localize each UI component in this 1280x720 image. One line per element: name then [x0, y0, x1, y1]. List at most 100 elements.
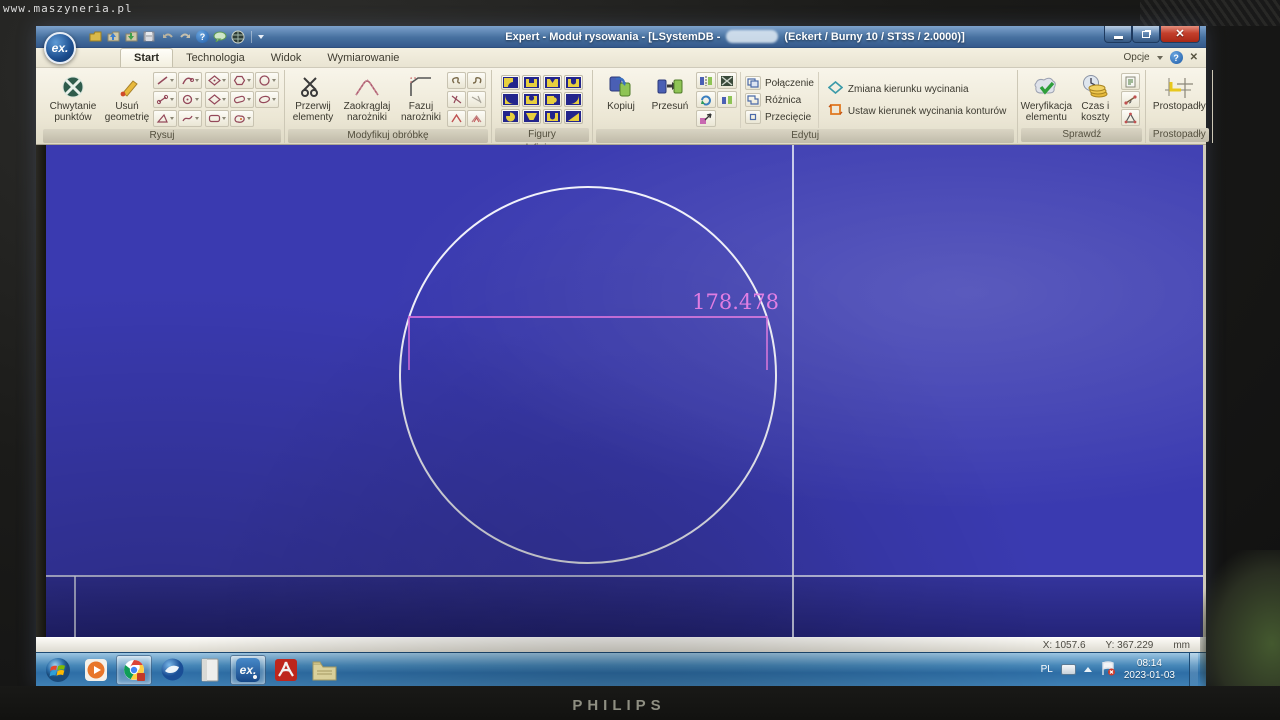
zmiana-kierunku-button[interactable]: Zmiana kierunku wycinania [828, 81, 1006, 97]
kopiuj-button[interactable]: Kopiuj [598, 72, 644, 128]
measure-tool[interactable] [1121, 91, 1140, 108]
freeform-tool[interactable] [230, 110, 254, 127]
round-corner-icon [353, 73, 381, 100]
stretch-tool[interactable] [696, 110, 716, 127]
help-icon[interactable]: ? [196, 30, 209, 43]
modify-tools [447, 72, 486, 128]
spiral-left-tool[interactable] [447, 72, 466, 89]
align-tool[interactable] [717, 91, 737, 108]
line-tool[interactable] [153, 72, 177, 89]
tab-start[interactable]: Start [120, 48, 173, 67]
circle-tool[interactable] [178, 91, 202, 108]
copy-icon [608, 73, 634, 100]
ustaw-kierunek-button[interactable]: Ustaw kierunek wycinania konturów [828, 103, 1006, 119]
polaczenie-button[interactable]: Połączenie [745, 76, 814, 90]
figure-tile[interactable] [522, 75, 541, 90]
report-tool[interactable] [1121, 73, 1140, 90]
trim-line-tool[interactable] [447, 91, 466, 108]
figure-tile[interactable] [501, 109, 520, 124]
przeciecie-button[interactable]: Przecięcie [745, 110, 814, 124]
area-check-tool[interactable] [1121, 109, 1140, 126]
start-button[interactable] [40, 655, 76, 685]
triangle-tool[interactable] [153, 110, 177, 127]
fazuj-narozniki-button[interactable]: Fazuj narożniki [398, 72, 444, 128]
open-icon[interactable] [88, 30, 102, 43]
show-desktop-button[interactable] [1189, 653, 1198, 686]
extend-line-tool[interactable] [467, 91, 486, 108]
figure-tile[interactable] [564, 75, 583, 90]
language-globe-icon[interactable] [231, 30, 245, 43]
figure-tile[interactable] [501, 75, 520, 90]
spiral-right-tool[interactable] [467, 72, 486, 89]
scale-tool[interactable] [717, 72, 737, 89]
application-menu-button[interactable]: ex. [44, 32, 76, 64]
restore-button[interactable] [1132, 26, 1160, 43]
minimize-button[interactable] [1104, 26, 1132, 43]
blue-globe-app-icon[interactable] [154, 655, 190, 685]
angle-tool[interactable] [447, 110, 466, 127]
figure-tile[interactable] [543, 92, 562, 107]
diamond-tool[interactable] [205, 72, 229, 89]
chwytanie-punktow-button[interactable]: Chwytanie punktów [45, 72, 101, 128]
usun-geometrie-button[interactable]: Usuń geometrię [104, 72, 150, 128]
options-button[interactable]: Opcje [1123, 52, 1149, 63]
expert-app-icon[interactable]: ex. [230, 655, 266, 685]
spline-tool[interactable] [178, 110, 202, 127]
chrome-icon[interactable] [116, 655, 152, 685]
export-icon[interactable] [124, 30, 138, 43]
weryfikacja-elementu-button[interactable]: Weryfikacja elementu [1023, 72, 1069, 127]
undo-icon[interactable] [160, 30, 174, 43]
figure-tile[interactable] [522, 92, 541, 107]
rotate-tool[interactable] [696, 91, 716, 108]
group-label-modyfikuj: Modyfikuj obróbkę [288, 129, 488, 143]
taskbar-clock[interactable]: 08:14 2023-01-03 [1124, 658, 1175, 682]
save-icon[interactable] [142, 30, 156, 43]
quick-access-dropdown-icon[interactable] [258, 35, 264, 39]
hidden-icons-button[interactable] [1084, 667, 1092, 672]
feedback-icon[interactable] [213, 30, 227, 43]
figure-tile[interactable] [564, 109, 583, 124]
drawing-canvas[interactable]: 178.478 [46, 145, 1206, 637]
slot-tool[interactable] [230, 91, 254, 108]
arc-tool[interactable] [178, 72, 202, 89]
tab-wymiarowanie[interactable]: Wymiarowanie [314, 49, 412, 67]
media-player-icon[interactable] [78, 655, 114, 685]
tab-technologia[interactable]: Technologia [173, 49, 258, 67]
zaokraglaj-narozniki-button[interactable]: Zaokrąglaj narożniki [339, 72, 395, 128]
options-dropdown-icon[interactable] [1157, 56, 1163, 60]
figure-tile[interactable] [522, 109, 541, 124]
notes-folder-icon[interactable] [306, 655, 342, 685]
angle-alt-tool[interactable] [467, 110, 486, 127]
cut-direction-options: Zmiana kierunku wycinania Ustaw kierunek… [822, 72, 1012, 128]
keyboard-layout-icon[interactable] [1061, 664, 1076, 675]
import-icon[interactable] [106, 30, 120, 43]
close-button[interactable]: ✕ [1160, 26, 1200, 43]
circle-geometry[interactable] [400, 187, 776, 563]
rounded-rect-tool[interactable] [205, 110, 229, 127]
collapse-ribbon-icon[interactable]: ✕ [1190, 52, 1198, 63]
help-button[interactable]: ? [1170, 51, 1183, 64]
roznica-button[interactable]: Różnica [745, 93, 814, 107]
language-indicator[interactable]: PL [1041, 664, 1053, 675]
acrobat-icon[interactable] [268, 655, 304, 685]
przesun-button[interactable]: Przesuń [647, 72, 693, 128]
segment-tool[interactable] [153, 91, 177, 108]
redo-icon[interactable] [178, 30, 192, 43]
ellipse-tool[interactable] [255, 91, 279, 108]
figure-tile[interactable] [543, 75, 562, 90]
document-icon[interactable] [192, 655, 228, 685]
polygon-tool[interactable] [230, 72, 254, 89]
dimension-178[interactable]: 178.478 [409, 290, 779, 370]
przerwij-elementy-button[interactable]: Przerwij elementy [290, 72, 336, 128]
ribbon-tab-row: ex. Start Technologia Widok Wymiarowanie… [36, 48, 1206, 68]
prostopadly-button[interactable]: Prostopadły [1151, 72, 1207, 127]
figure-tile[interactable] [501, 92, 520, 107]
big-circle-tool[interactable] [255, 72, 279, 89]
rotated-square-tool[interactable] [205, 91, 229, 108]
tab-widok[interactable]: Widok [258, 49, 315, 67]
action-center-flag-icon[interactable] [1100, 661, 1116, 679]
czas-i-koszty-button[interactable]: Czas i koszty [1072, 72, 1118, 127]
mirror-tool[interactable] [696, 72, 716, 89]
figure-tile[interactable] [543, 109, 562, 124]
figure-tile[interactable] [564, 92, 583, 107]
